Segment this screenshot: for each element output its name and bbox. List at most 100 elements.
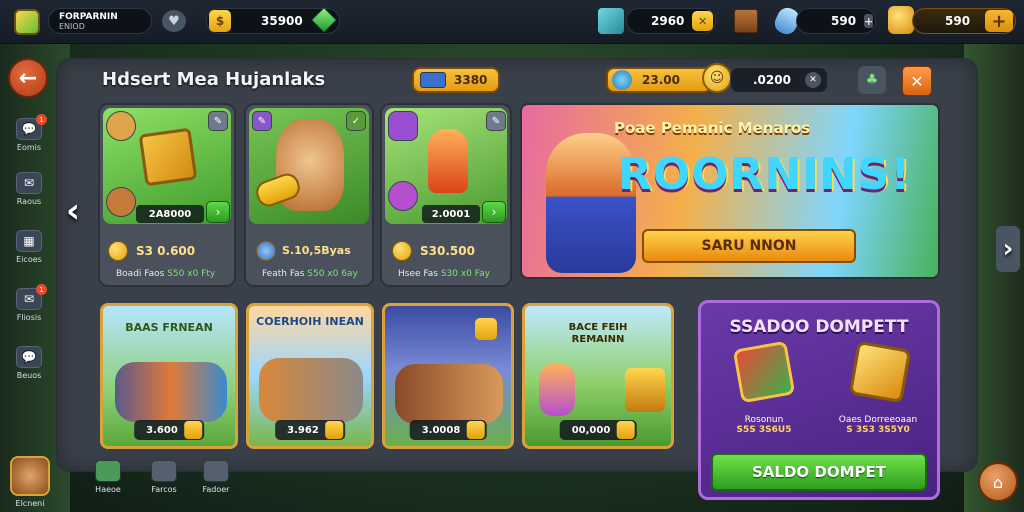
bundle-price-tag: 3.600 (134, 420, 204, 440)
bundle-card-2[interactable]: 3.0008 (382, 303, 514, 449)
bundle-price-tag: 3.962 (275, 420, 345, 440)
wallet-balance-button-label: SALDO DOMPET (752, 463, 886, 481)
resource-b-pill[interactable]: 590 + (796, 8, 876, 34)
featured-banner[interactable]: Poae Pemanic Menaros ROORNINS! SARU NNON (520, 103, 940, 279)
bottom-nav-label: Elcneni (15, 499, 45, 508)
crate-icon (734, 9, 758, 33)
prev-page-button[interactable]: ‹ (60, 188, 86, 234)
card-subtext: Feath Fas S50 x0 6ay (262, 269, 358, 279)
board-icon: ▦ (16, 230, 42, 252)
card-icon (420, 72, 446, 88)
card-icon (151, 460, 177, 482)
pet-avatar-icon (106, 111, 136, 141)
sidebar-item-label: Raous (16, 197, 42, 206)
notification-badge: 1 (36, 284, 47, 295)
bundle-price: 3.0008 (421, 424, 461, 436)
gift-button[interactable]: ♣ (858, 66, 886, 94)
card-price: S.10,5Byas (282, 244, 351, 257)
bundle-price-tag: 3.0008 (409, 420, 487, 440)
add-resource-a-button[interactable]: ✕ (692, 11, 713, 31)
promo-item-0: Rosonun S5S 3S6U5 (709, 415, 819, 435)
treasure-chest-icon (625, 368, 665, 412)
sidebar-item-0[interactable]: 💬 1 Eomis (6, 114, 52, 164)
banner-button[interactable]: SARU NNON (642, 229, 856, 263)
close-button[interactable]: ✕ (902, 66, 932, 96)
page-title: Hdsert Mea Hujanlaks (102, 69, 326, 90)
mail-icon: ✉ 1 (16, 284, 47, 310)
shop-card-0[interactable]: ✎ 2A8000 › S3 0.600 Boadi Faos S50 x0 Ft… (98, 103, 236, 287)
bundle-card-3[interactable]: BACE FEIH REMAINN 00,000 (522, 303, 674, 449)
currency-pill-3-value: .0200 (753, 73, 791, 87)
pet-avatar-icon (388, 111, 418, 141)
sidebar-item-3[interactable]: ✉ 1 Fliosis (6, 284, 52, 334)
leaf-icon: ✓ (346, 111, 366, 131)
coins-value: 35900 (261, 14, 303, 28)
bottom-nav-label: Haeoe (95, 485, 121, 494)
home-button[interactable]: ⌂ (978, 462, 1018, 502)
coin-icon (392, 241, 412, 261)
next-page-button[interactable]: › (996, 226, 1020, 272)
currency-pill[interactable]: 3380 (412, 67, 500, 93)
chat-icon: 💬 1 (16, 114, 47, 140)
bottom-nav-item-3[interactable]: Fadoer (186, 460, 246, 494)
sidebar-item-1[interactable]: ✉ Raous (6, 172, 52, 218)
currency-pill-2[interactable]: 23.00 (606, 67, 712, 93)
card-subtext-label: Feath Fas (262, 269, 305, 279)
back-button[interactable]: ← (8, 58, 48, 98)
promo-item-1: Oaes Dorreeoaan S 3S3 3S5Y0 (823, 415, 933, 435)
gold-card-icon (848, 340, 912, 404)
card-price: S3 0.600 (136, 244, 196, 258)
crystal-icon (598, 8, 624, 34)
sidebar-item-2[interactable]: ▦ Eicoes (6, 230, 52, 276)
currency-pill-value: 3380 (454, 73, 488, 87)
currency-pill-2-value: 23.00 (642, 73, 680, 87)
arrow-left-icon: ← (18, 65, 38, 91)
resource-c-pill[interactable]: 590 + (912, 8, 1016, 34)
add-resource-c-button[interactable]: + (985, 10, 1013, 32)
sidebar-item-label: Eomis (16, 143, 42, 152)
heart-icon[interactable]: ♥ (162, 10, 186, 32)
bundle-card-1[interactable]: COERHOIH INEAN 3.962 (246, 303, 374, 449)
bottom-nav-label: Fadoer (202, 485, 230, 494)
card-price: S30.500 (420, 244, 475, 258)
pet-avatar-icon (106, 187, 136, 217)
resource-b-add-icon[interactable]: + (864, 14, 874, 28)
card-go-button[interactable]: › (206, 201, 230, 223)
resource-a-value: 2960 (651, 14, 685, 28)
banner-big-text: ROORNINS! (618, 149, 912, 200)
bundle-title: COERHOIH INEAN (256, 315, 364, 328)
shop-card-2[interactable]: ✎ 2.0001 › S30.500 Hsee Fas S30 x0 Fay (380, 103, 512, 287)
shop-card-1[interactable]: ✎ ✓ S.10,5Byas Feath Fas S50 x0 6ay (244, 103, 374, 287)
profile-name-pill[interactable]: FORPARNIN ENIOD (48, 8, 152, 34)
bottom-nav-item-1[interactable]: Haeoe (78, 460, 138, 494)
pet-avatar-icon (388, 181, 418, 211)
bottom-nav-item-0[interactable]: Elcneni (0, 460, 60, 508)
currency-pill-3[interactable]: .0200 ✕ (730, 67, 828, 93)
card-subtext-label: Hsee Fas (398, 269, 438, 279)
bundle-price: 00,000 (571, 424, 611, 436)
sidebar-item-label: Eicoes (16, 255, 42, 264)
globe-icon (612, 70, 632, 90)
profile-gem-icon[interactable] (14, 9, 40, 35)
close-small-icon[interactable]: ✕ (805, 72, 821, 88)
wallet-balance-button[interactable]: SALDO DOMPET (711, 453, 927, 491)
card-go-button[interactable]: › (482, 201, 506, 223)
wrench-icon: ✎ (208, 111, 228, 131)
bottom-nav-item-2[interactable]: Farcos (134, 460, 194, 494)
character-icon (428, 129, 468, 193)
wallet-promo-panel: SSADOO DOMPETT Rosonun S5S 3S6U5 Oaes Do… (698, 300, 940, 500)
coin-icon (616, 421, 635, 439)
top-bar: FORPARNIN ENIOD ♥ $ 35900 2960 ✕ 590 + 5… (0, 0, 1024, 44)
resource-a-pill[interactable]: 2960 ✕ (626, 8, 716, 34)
promo-item-price: S 3S3 3S5Y0 (846, 425, 910, 435)
banner-headline: Poae Pemanic Menaros (614, 119, 811, 137)
card-subtext-label: Boadi Faos (116, 269, 165, 279)
card-subtext-value: S30 x0 Fay (440, 269, 490, 279)
coin-icon (466, 421, 485, 439)
bundle-card-0[interactable]: BAAS FRNEAN 3.600 (100, 303, 238, 449)
card-subtext-value: S50 x0 6ay (307, 269, 358, 279)
card-subtext: Hsee Fas S30 x0 Fay (398, 269, 490, 279)
card-art-label: 2A8000 (136, 205, 204, 223)
sidebar-item-label: Fliosis (16, 313, 42, 322)
sidebar-item-4[interactable]: 💬 Beuos (6, 346, 52, 392)
